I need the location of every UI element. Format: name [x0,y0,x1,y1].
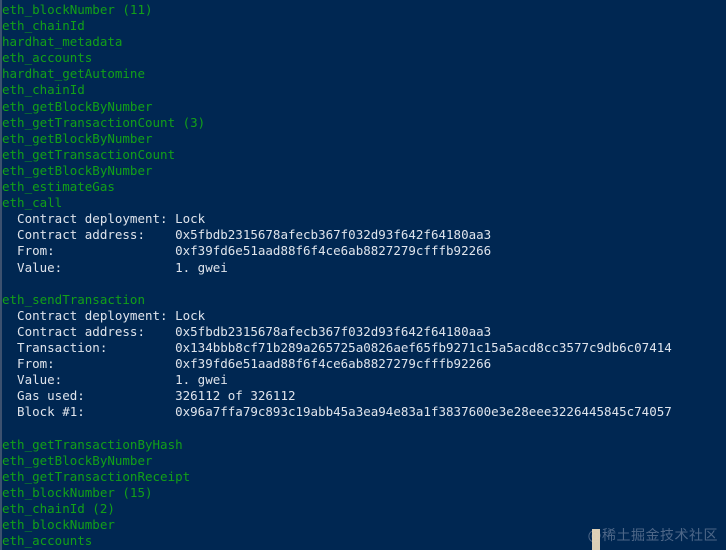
rpc-method-line: eth_call [2,195,63,211]
detail-line: Contract address: 0x5fbdb2315678afecb367… [2,323,492,339]
rpc-method-line: eth_getBlockByNumber [2,162,153,178]
detail-line: Contract address: 0x5fbdb2315678afecb367… [2,227,492,243]
rpc-method-line: eth_getBlockByNumber [2,452,153,468]
rpc-method-line: eth_getBlockByNumber [2,98,153,114]
rpc-method-line: eth_getTransactionCount [2,146,176,162]
rpc-method-line: eth_chainId [2,18,85,34]
detail-line: From: 0xf39fd6e51aad88f6f4ce6ab8827279cf… [2,243,492,259]
terminal-output: eth_blockNumber (11) eth_chainId hardhat_m… [2,2,726,549]
detail-line: Value: 1. gwei [2,372,228,388]
rpc-method-line: eth_getTransactionByHash [2,436,183,452]
rpc-method-line: eth_sendTransaction [2,291,145,307]
rpc-method-line: eth_blockNumber (11) [2,2,153,17]
rpc-method-line: eth_getTransactionReceipt [2,468,191,484]
rpc-method-line: eth_estimateGas [2,179,115,195]
rpc-method-line: eth_blockNumber (15) [2,484,153,500]
detail-line: Block #1: 0x96a7ffa79c893c19abb45a3ea94e… [2,404,672,420]
rpc-method-line: eth_chainId (2) [2,500,115,516]
detail-line: Contract deployment: Lock [2,307,206,323]
detail-line: Transaction: 0x134bbb8cf71b289a265725a08… [2,339,672,355]
detail-line: From: 0xf39fd6e51aad88f6f4ce6ab8827279cf… [2,356,492,372]
rpc-method-line: eth_blockNumber [2,517,115,532]
text-cursor [592,529,600,550]
detail-line: Contract deployment: Lock [2,211,206,227]
rpc-method-line: eth_getTransactionCount (3) [2,114,206,130]
rpc-method-line: hardhat_getAutomine [2,66,145,82]
rpc-method-line: eth_accounts [2,50,93,66]
detail-line: Gas used: 326112 of 326112 [2,388,296,404]
detail-line: Value: 1. gwei [2,259,228,275]
rpc-method-line: eth_getBlockByNumber [2,130,153,146]
rpc-method-line: hardhat_metadata [2,34,123,50]
rpc-method-line: eth_chainId [2,82,85,98]
rpc-method-line: eth_accounts [2,533,93,549]
terminal-window[interactable]: eth_blockNumber (11) eth_chainId hardhat_m… [0,0,726,550]
